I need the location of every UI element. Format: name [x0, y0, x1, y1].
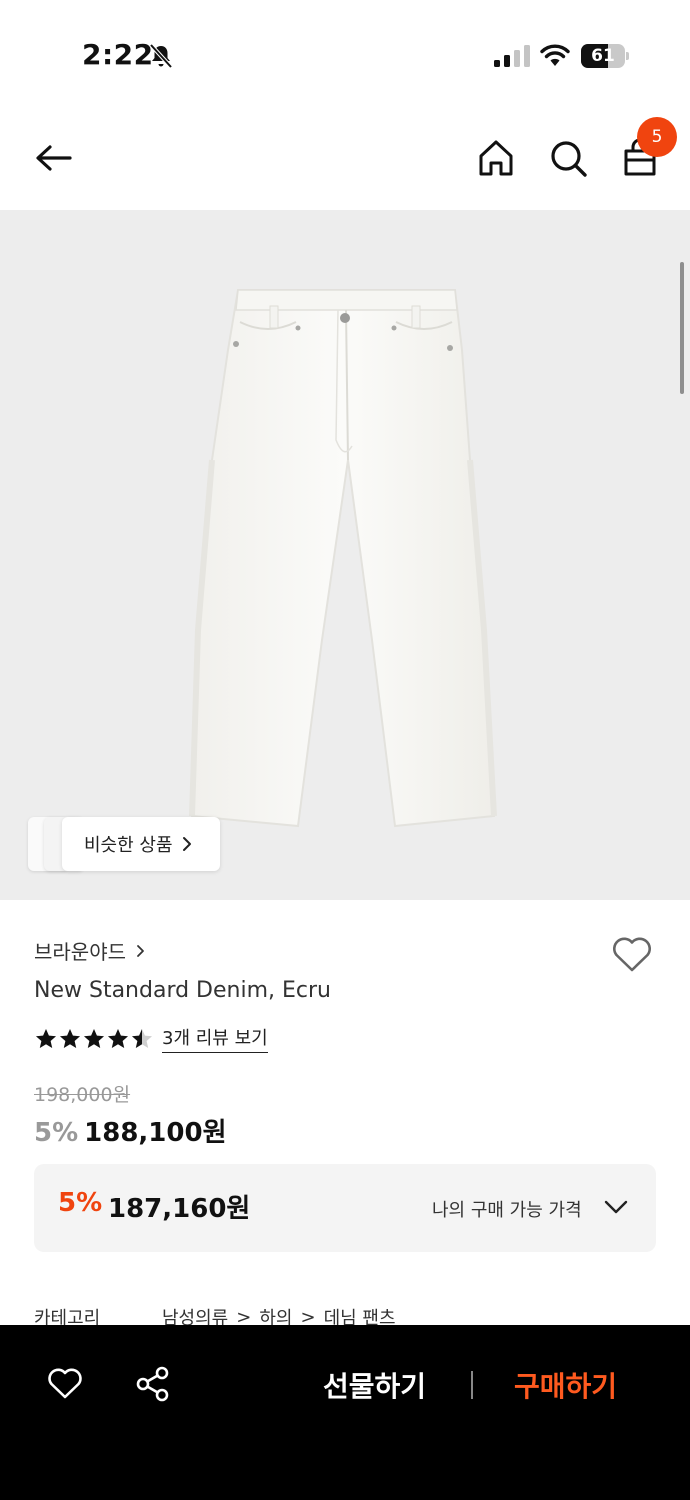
- share-icon[interactable]: [134, 1365, 172, 1403]
- review-link[interactable]: 3개 리뷰 보기: [162, 1024, 268, 1053]
- battery-indicator: 61: [581, 44, 629, 68]
- sale-price: 188,100원: [84, 1118, 227, 1148]
- similar-products-label: 비슷한 상품: [84, 835, 173, 856]
- brand-link[interactable]: 브라운야드: [34, 936, 146, 965]
- star-filled-icon: [36, 1028, 56, 1048]
- original-price: 198,000원: [34, 1084, 131, 1106]
- brand-name: 브라운야드: [34, 940, 126, 964]
- product-name: New Standard Denim, Ecru: [34, 978, 331, 1003]
- star-half-icon: [132, 1028, 152, 1048]
- back-arrow-icon[interactable]: [32, 136, 76, 180]
- cart-count-badge: 5: [637, 117, 677, 157]
- my-discount-rate: 5%: [58, 1188, 103, 1218]
- search-icon[interactable]: [546, 136, 590, 180]
- battery-percent: 61: [591, 46, 615, 66]
- wifi-icon: [540, 44, 570, 66]
- product-image[interactable]: 비슷한 상품: [0, 210, 690, 900]
- home-icon[interactable]: [474, 136, 518, 180]
- similar-products-button[interactable]: 비슷한 상품: [62, 817, 220, 871]
- jeans-image: [189, 289, 497, 828]
- image-scroll-indicator: [680, 262, 684, 394]
- chevron-right-icon: [137, 944, 144, 957]
- gift-button[interactable]: 선물하기: [323, 1365, 426, 1405]
- top-nav-bar: [0, 110, 690, 210]
- cellular-signal-icon: [494, 45, 530, 67]
- status-time: 2:22: [82, 38, 154, 71]
- rating-row: 3개 리뷰 보기: [34, 1024, 268, 1053]
- buy-button[interactable]: 구매하기: [514, 1365, 617, 1405]
- heart-outline-icon[interactable]: [610, 934, 654, 974]
- chevron-right-icon: [182, 837, 191, 851]
- discount-rate: 5%: [34, 1118, 79, 1148]
- bottom-action-bar: 선물하기 구매하기: [0, 1325, 690, 1500]
- status-bar: 2:22 61: [0, 0, 690, 110]
- my-price-label: 나의 구매 가능 가격: [432, 1200, 582, 1221]
- divider: [471, 1371, 473, 1399]
- star-filled-icon: [60, 1028, 80, 1048]
- my-price-dropdown[interactable]: 5% 187,160원 나의 구매 가능 가격: [34, 1164, 656, 1252]
- price-row: 5% 188,100원: [34, 1112, 227, 1149]
- bell-off-icon: [149, 43, 173, 69]
- star-filled-icon: [108, 1028, 128, 1048]
- chevron-down-icon: [604, 1200, 628, 1214]
- heart-outline-icon[interactable]: [46, 1365, 84, 1401]
- star-filled-icon: [84, 1028, 104, 1048]
- my-price-value: 187,160원: [108, 1194, 251, 1224]
- rating-stars: [34, 1027, 154, 1051]
